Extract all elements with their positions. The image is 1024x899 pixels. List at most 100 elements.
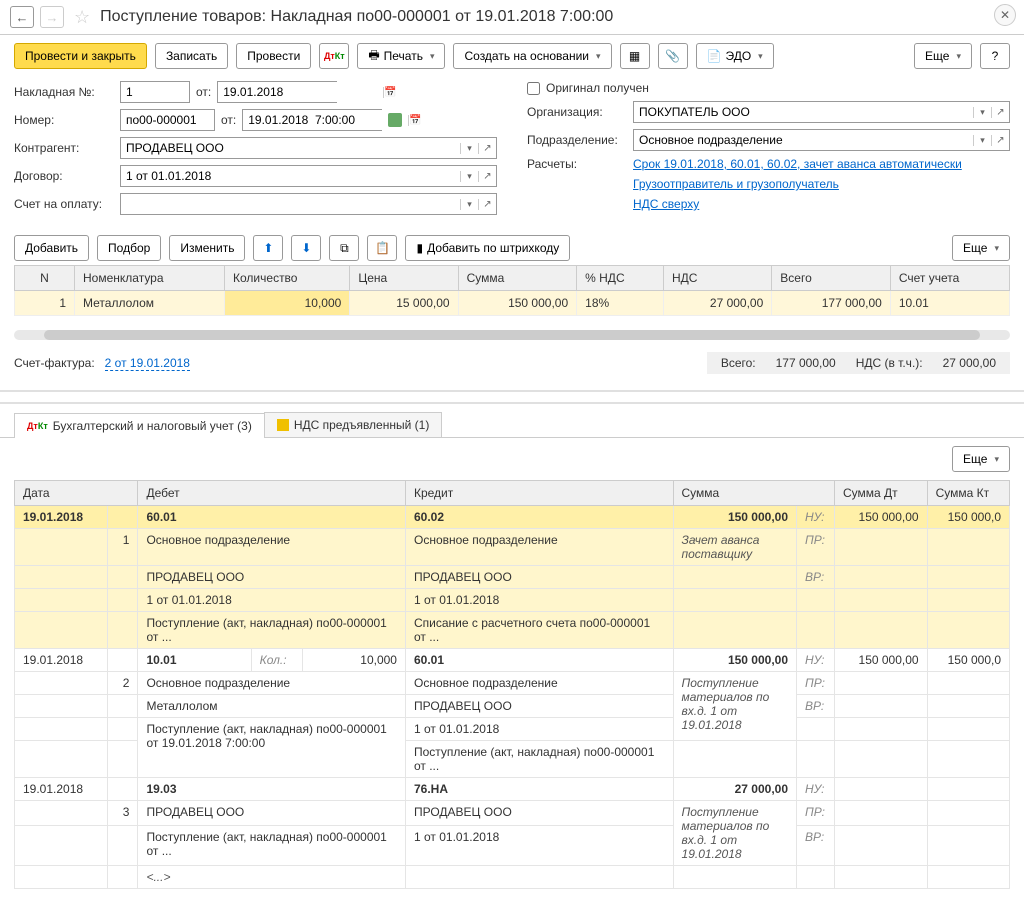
save-button[interactable]: Записать — [155, 43, 228, 69]
acc-row[interactable]: Поступление (акт, накладная) по00-000001… — [15, 612, 1010, 649]
col-account[interactable]: Счет учета — [890, 266, 1009, 291]
structure-button[interactable]: ▦ — [620, 43, 650, 69]
division-input[interactable] — [634, 130, 973, 150]
col-sum-dt[interactable]: Сумма Дт — [834, 481, 927, 506]
vat-icon — [277, 419, 289, 431]
datetime-input[interactable] — [243, 110, 408, 130]
col-n[interactable]: N — [15, 266, 75, 291]
copy-button[interactable]: ⧉ — [329, 235, 359, 261]
settlements-link[interactable]: Срок 19.01.2018, 60.01, 60.02, зачет ава… — [633, 157, 962, 171]
col-nomenclature[interactable]: Номенклатура — [75, 266, 225, 291]
dropdown-icon[interactable]: ▾ — [973, 107, 991, 118]
division-label: Подразделение: — [527, 133, 627, 147]
col-debit[interactable]: Дебет — [138, 481, 406, 506]
calendar-icon[interactable]: 📅 — [408, 115, 421, 126]
acc-row[interactable]: Металлолом ПРОДАВЕЦ ООО ВР: — [15, 695, 1010, 718]
page-title: Поступление товаров: Накладная по00-0000… — [100, 8, 613, 26]
account-input[interactable] — [121, 194, 460, 214]
table-row[interactable]: 1 Металлолом 10,000 15 000,00 150 000,00… — [15, 291, 1010, 316]
open-icon[interactable]: ↗ — [991, 135, 1009, 146]
acc-row[interactable]: 3 ПРОДАВЕЦ ООО ПРОДАВЕЦ ООО Поступление … — [15, 801, 1010, 826]
acc-row[interactable]: Поступление (акт, накладная) по00-000001… — [15, 825, 1010, 865]
edo-button[interactable]: 📄 ЭДО — [696, 43, 774, 69]
totals-box: Всего: 177 000,00 НДС (в т.ч.): 27 000,0… — [707, 352, 1010, 374]
dropdown-icon[interactable]: ▾ — [973, 135, 991, 146]
open-icon[interactable]: ↗ — [991, 107, 1009, 118]
divider — [0, 390, 1024, 404]
number-label: Номер: — [14, 113, 114, 127]
select-button[interactable]: Подбор — [97, 235, 161, 261]
invoice-date-input[interactable] — [218, 82, 383, 102]
status-icon — [388, 113, 402, 127]
col-price[interactable]: Цена — [350, 266, 458, 291]
acc-row[interactable]: 1 от 01.01.2018 1 от 01.01.2018 — [15, 589, 1010, 612]
print-button[interactable]: 🖶 Печать — [357, 43, 445, 69]
col-vat[interactable]: НДС — [664, 266, 772, 291]
number-input[interactable] — [120, 109, 215, 131]
dropdown-icon[interactable]: ▾ — [460, 143, 478, 154]
col-date[interactable]: Дата — [15, 481, 138, 506]
contract-input[interactable] — [121, 166, 460, 186]
main-toolbar: Провести и закрыть Записать Провести ДᴛК… — [0, 35, 1024, 77]
add-barcode-button[interactable]: ▮ Добавить по штрихкоду — [405, 235, 570, 261]
acc-row[interactable]: 1 Основное подразделение Основное подраз… — [15, 529, 1010, 566]
acc-row[interactable]: 2 Основное подразделение Основное подраз… — [15, 672, 1010, 695]
col-vat-pct[interactable]: % НДС — [577, 266, 664, 291]
move-up-button[interactable]: ⬆ — [253, 235, 283, 261]
open-icon[interactable]: ↗ — [478, 143, 496, 154]
dtkt-button[interactable]: ДᴛКᴛ — [319, 43, 349, 69]
col-total[interactable]: Всего — [772, 266, 891, 291]
acc-row[interactable]: ПРОДАВЕЦ ООО ПРОДАВЕЦ ООО ВР: — [15, 566, 1010, 589]
original-received-checkbox[interactable] — [527, 82, 540, 95]
acc-row[interactable]: 19.01.2018 19.03 76.НА 27 000,00 НУ: — [15, 778, 1010, 801]
col-qty[interactable]: Количество — [225, 266, 350, 291]
dropdown-icon[interactable]: ▾ — [460, 199, 478, 210]
favorite-icon[interactable]: ☆ — [74, 7, 90, 28]
edit-button[interactable]: Изменить — [169, 235, 245, 261]
open-icon[interactable]: ↗ — [478, 171, 496, 182]
close-button[interactable]: ✕ — [994, 4, 1016, 26]
help-button[interactable]: ? — [980, 43, 1010, 69]
acc-row[interactable]: <...> — [15, 866, 1010, 889]
forward-button[interactable]: → — [40, 6, 64, 28]
attachments-button[interactable]: 📎 — [658, 43, 688, 69]
tab-vat[interactable]: НДС предъявленный (1) — [264, 412, 442, 437]
invoice-no-label: Накладная №: — [14, 85, 114, 99]
from-label-2: от: — [221, 113, 236, 127]
acc-row[interactable]: 19.01.2018 10.01 Кол.: 10,000 60.01 150 … — [15, 649, 1010, 672]
post-button[interactable]: Провести — [236, 43, 311, 69]
contractor-input[interactable] — [121, 138, 460, 158]
acc-more-button[interactable]: Еще — [952, 446, 1010, 472]
dropdown-icon[interactable]: ▾ — [460, 171, 478, 182]
paste-button[interactable]: 📋 — [367, 235, 397, 261]
original-received-label: Оригинал получен — [546, 81, 649, 95]
items-table: N Номенклатура Количество Цена Сумма % Н… — [14, 265, 1010, 316]
add-button[interactable]: Добавить — [14, 235, 89, 261]
shipper-link[interactable]: Грузоотправитель и грузополучатель — [633, 177, 839, 191]
move-down-button[interactable]: ⬇ — [291, 235, 321, 261]
invoice-no-input[interactable] — [120, 81, 190, 103]
table-more-button[interactable]: Еще — [952, 235, 1010, 261]
col-sum-kt[interactable]: Сумма Кт — [927, 481, 1009, 506]
col-sum[interactable]: Сумма — [673, 481, 834, 506]
org-input[interactable] — [634, 102, 973, 122]
calendar-icon[interactable]: 📅 — [383, 87, 396, 98]
org-label: Организация: — [527, 105, 627, 119]
acc-row[interactable]: 19.01.2018 60.01 60.02 150 000,00 НУ: 15… — [15, 506, 1010, 529]
contract-label: Договор: — [14, 169, 114, 183]
settlements-label: Расчеты: — [527, 157, 627, 171]
open-icon[interactable]: ↗ — [478, 199, 496, 210]
post-and-close-button[interactable]: Провести и закрыть — [14, 43, 147, 69]
vat-link[interactable]: НДС сверху — [633, 197, 699, 211]
tab-accounting[interactable]: ДᴛКᴛ Бухгалтерский и налоговый учет (3) — [14, 413, 265, 438]
accounting-table: Дата Дебет Кредит Сумма Сумма Дт Сумма К… — [14, 480, 1010, 889]
invoice-link[interactable]: 2 от 19.01.2018 — [105, 356, 190, 371]
horizontal-scrollbar[interactable] — [14, 330, 1010, 340]
dtkt-icon: ДᴛКᴛ — [27, 421, 48, 431]
col-sum[interactable]: Сумма — [458, 266, 577, 291]
col-credit[interactable]: Кредит — [405, 481, 673, 506]
more-button[interactable]: Еще — [914, 43, 972, 69]
acc-row[interactable]: Поступление (акт, накладная) по00-000001… — [15, 718, 1010, 741]
back-button[interactable]: ← — [10, 6, 34, 28]
create-based-button[interactable]: Создать на основании — [453, 43, 611, 69]
